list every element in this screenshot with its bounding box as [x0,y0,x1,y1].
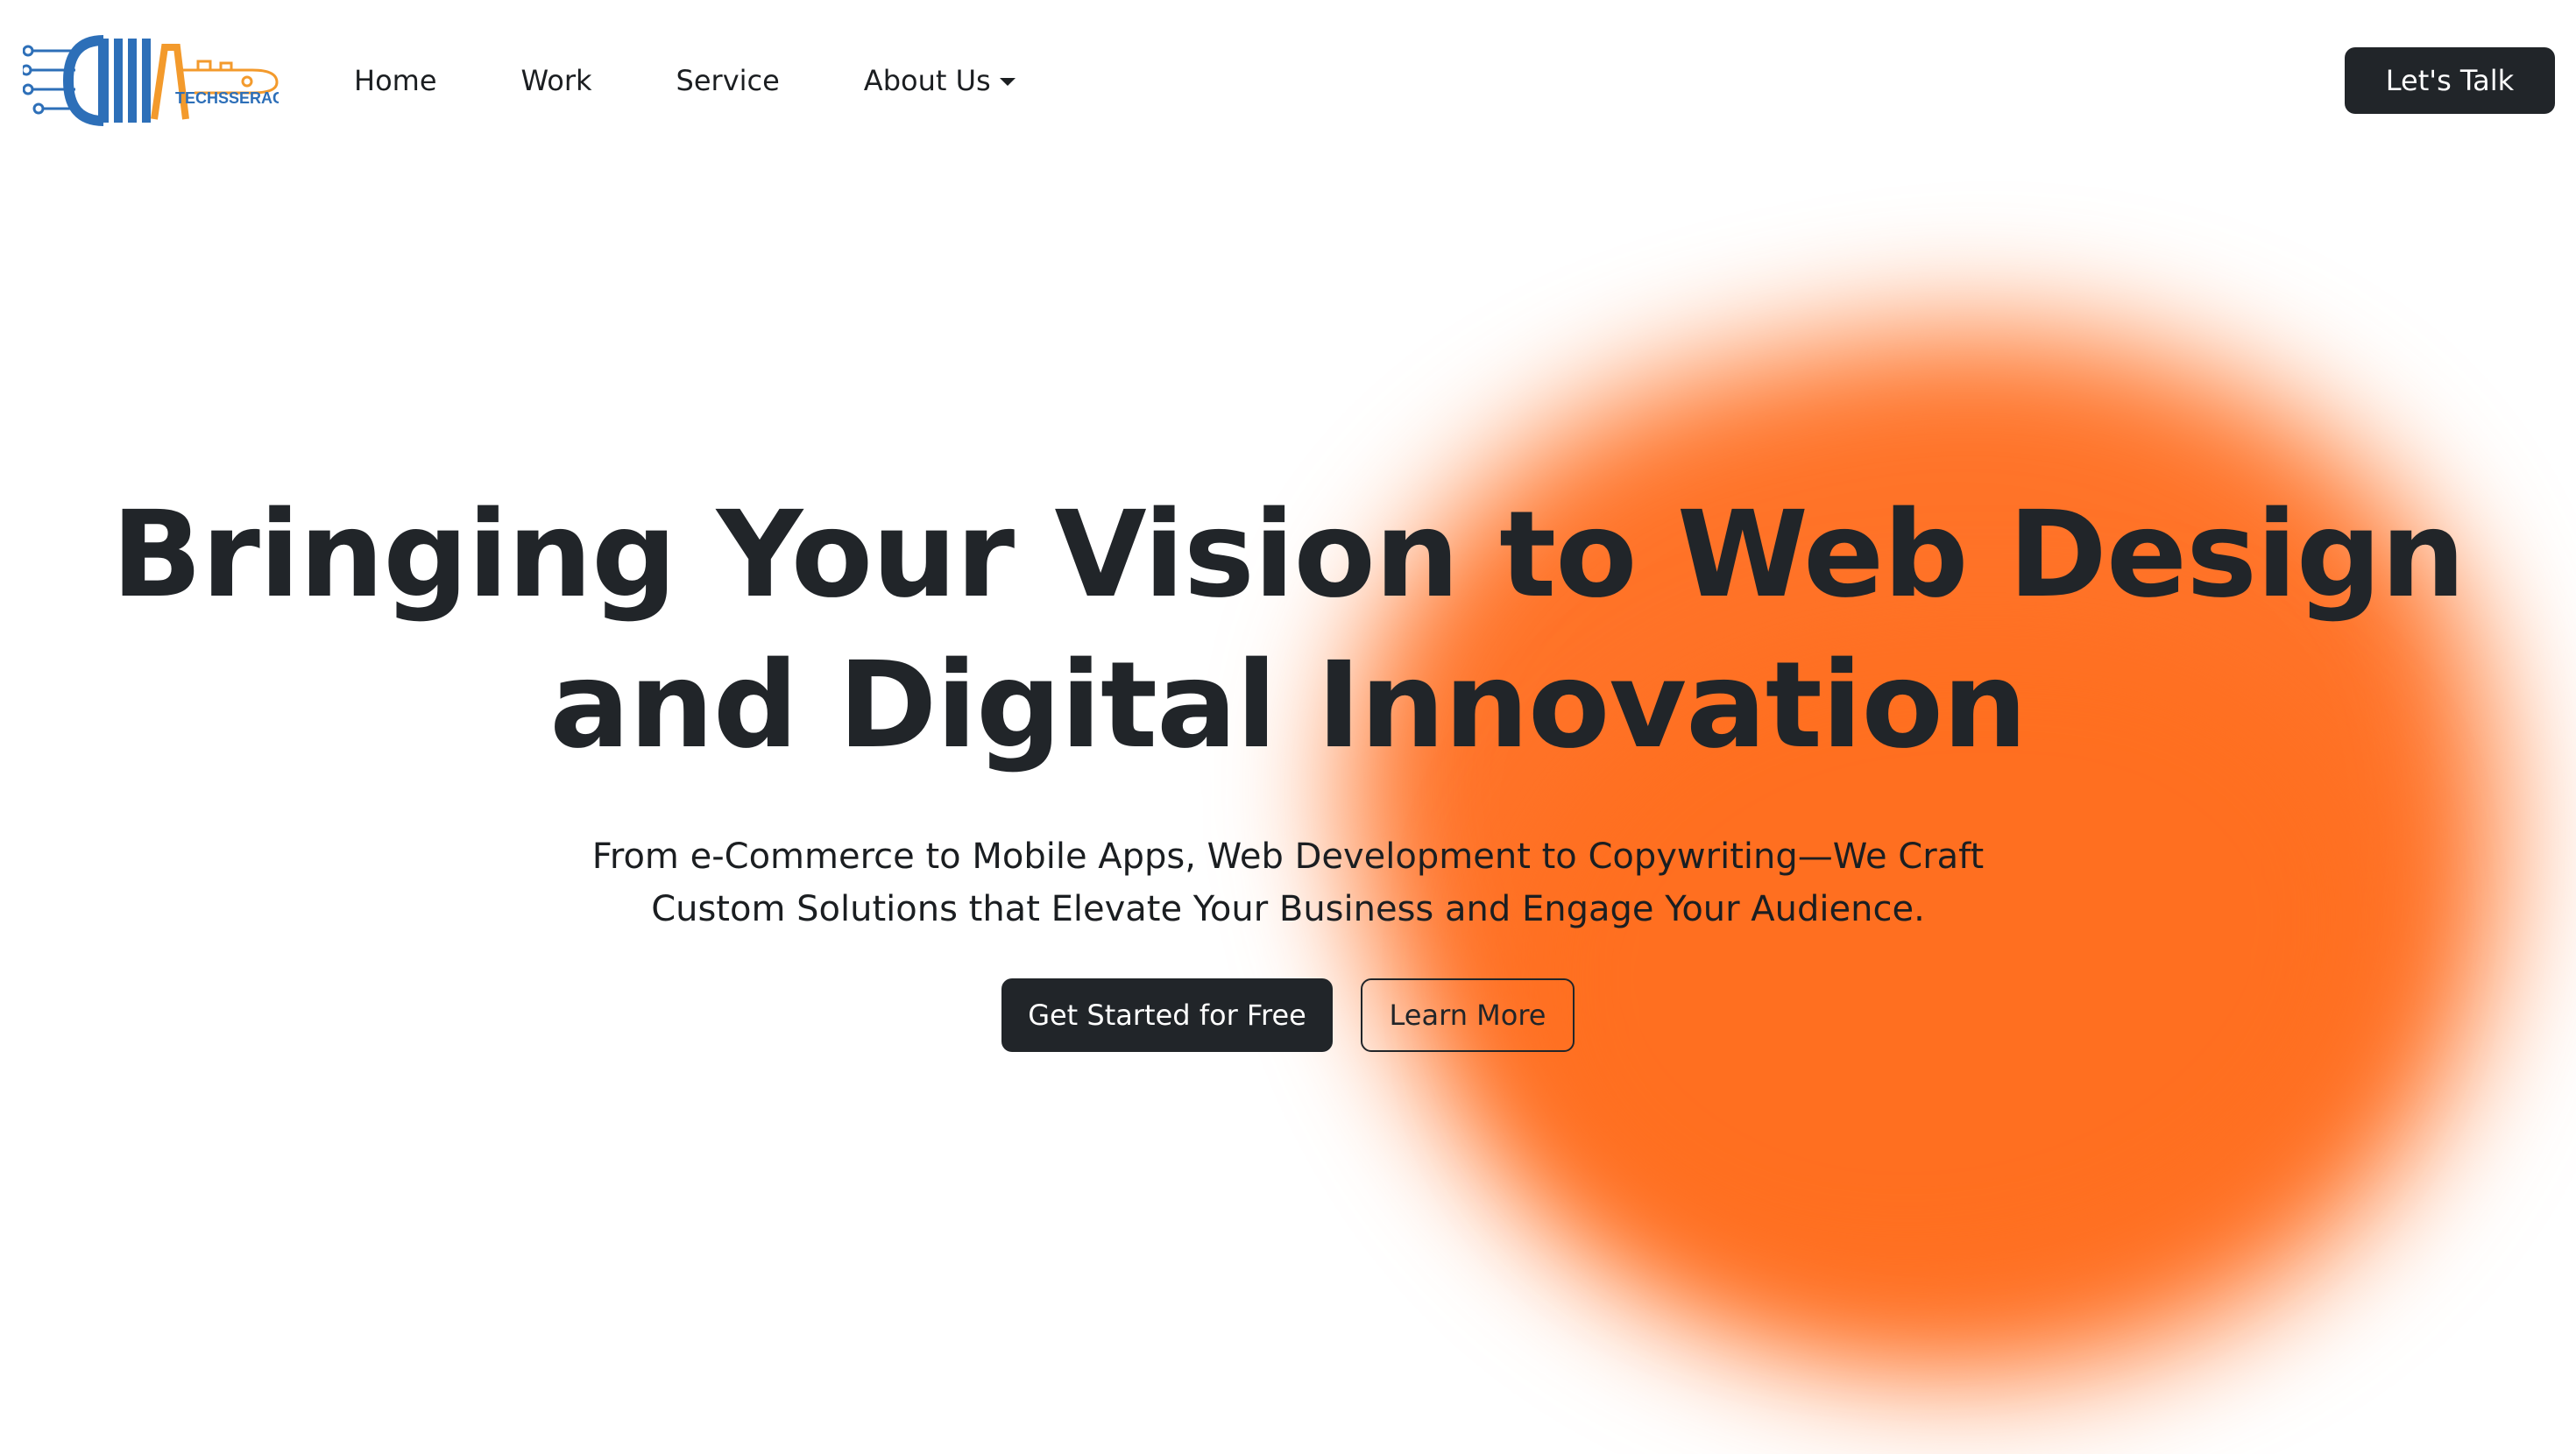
hero-subtext-line1: From e-Commerce to Mobile Apps, Web Deve… [591,836,1985,877]
lets-talk-button[interactable]: Let's Talk [2345,47,2555,114]
chevron-down-icon [999,77,1016,86]
hero-cta-row: Get Started for Free Learn More [1001,978,1575,1052]
logo-icon: TECHSSERACT [20,35,294,126]
hero-headline-line2: and Digital Innovation [549,637,2028,775]
nav-service[interactable]: Service [676,64,780,97]
learn-more-button[interactable]: Learn More [1361,978,1575,1052]
svg-text:TECHSSERACT: TECHSSERACT [175,89,279,107]
navbar: TECHSSERACT Home Work Service About Us L… [0,0,2576,159]
main-nav: Home Work Service About Us [354,56,1100,105]
hero-subtext-line2: Custom Solutions that Elevate Your Busin… [651,889,1925,929]
landing-page: TECHSSERACT Home Work Service About Us L… [0,0,2576,1454]
hero-headline-line1: Bringing Your Vision to Web Design [111,486,2466,625]
hero-section: Bringing Your Vision to Web Design and D… [0,0,2576,1454]
hero-subtext: From e-Commerce to Mobile Apps, Web Deve… [456,830,2120,935]
hero-headline: Bringing Your Vision to Web Design and D… [88,480,2488,781]
nav-about-us-label: About Us [863,64,991,97]
nav-about-us[interactable]: About Us [864,64,1016,97]
get-started-button[interactable]: Get Started for Free [1001,978,1333,1052]
nav-home[interactable]: Home [354,64,437,97]
nav-work[interactable]: Work [521,64,592,97]
brand-logo[interactable]: TECHSSERACT [20,32,294,130]
